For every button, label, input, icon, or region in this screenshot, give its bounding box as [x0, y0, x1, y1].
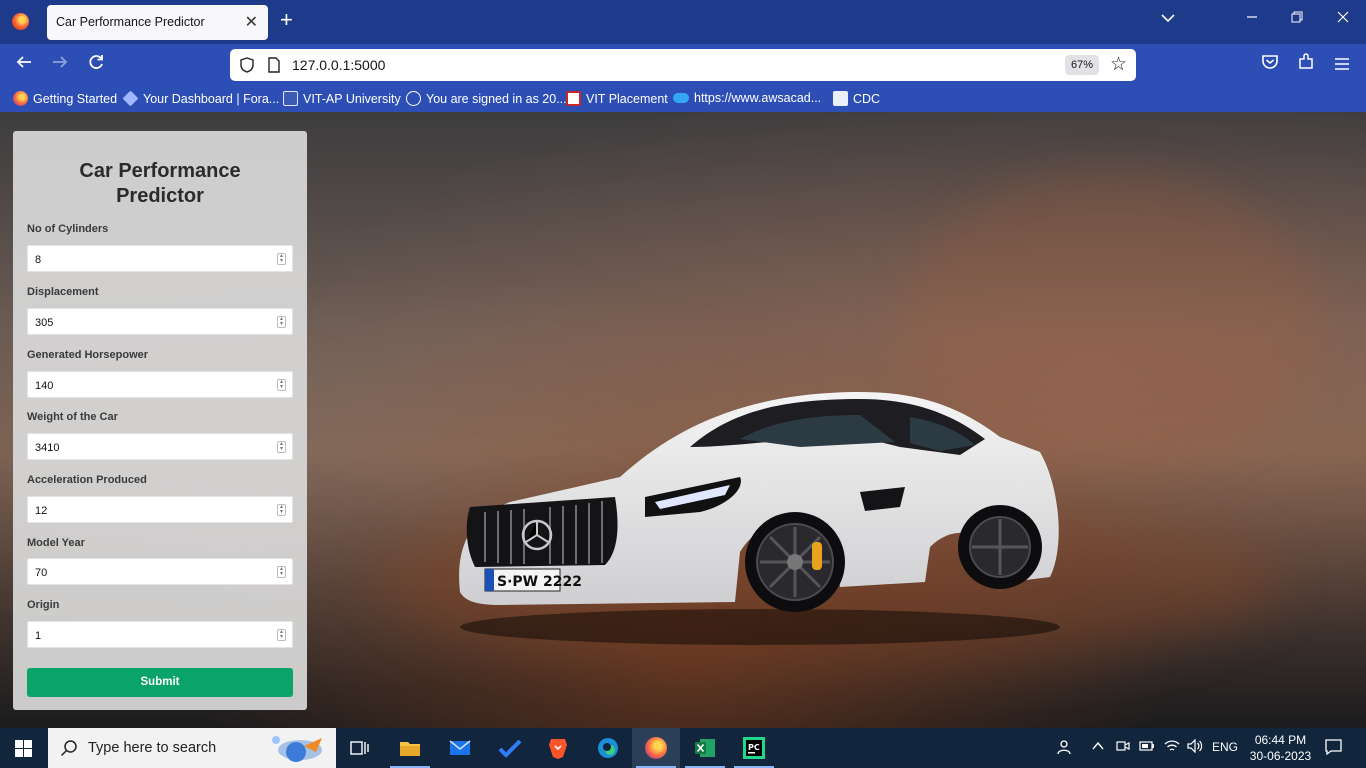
acceleration-value: 12: [35, 505, 48, 517]
bookmark-signed-in[interactable]: You are signed in as 20...: [406, 91, 567, 107]
acceleration-input[interactable]: 12 ▴ ▾: [27, 496, 293, 523]
number-spinner-icon[interactable]: ▴ ▾: [277, 253, 286, 265]
university-icon: [283, 91, 298, 106]
horsepower-input[interactable]: 140 ▴ ▾: [27, 371, 293, 398]
url-text[interactable]: 127.0.0.1:5000: [292, 57, 385, 73]
car-background-image: S·PW 2222: [459, 392, 1060, 645]
cylinders-label: No of Cylinders: [27, 223, 109, 235]
mail-icon[interactable]: [436, 728, 484, 768]
number-spinner-icon[interactable]: ▴ ▾: [277, 379, 286, 391]
windows-taskbar: Type here to search PC ENG 06:44 PM 30-0…: [0, 728, 1366, 768]
restore-icon[interactable]: [1285, 10, 1309, 27]
placement-icon: [566, 91, 581, 106]
forward-arrow-icon[interactable]: [48, 53, 72, 77]
displacement-input[interactable]: 305 ▴ ▾: [27, 308, 293, 335]
origin-value: 1: [35, 630, 42, 642]
firefox-icon[interactable]: [12, 13, 29, 30]
menu-hamburger-icon[interactable]: [1330, 53, 1354, 77]
wifi-icon[interactable]: [1164, 739, 1180, 756]
horsepower-label: Generated Horsepower: [27, 349, 149, 361]
horsepower-value: 140: [35, 380, 54, 392]
browser-tab[interactable]: Car Performance Predictor ✕: [47, 5, 268, 40]
number-spinner-icon[interactable]: ▴ ▾: [277, 566, 286, 578]
chevron-up-icon[interactable]: [1092, 739, 1104, 755]
browser-tab-strip: Car Performance Predictor ✕ +: [0, 0, 1366, 44]
bookmark-awsacademy[interactable]: https://www.awsacad...: [673, 91, 821, 107]
model-year-label: Model Year: [27, 537, 85, 549]
firefox-icon: [13, 91, 28, 106]
displacement-label: Displacement: [27, 286, 99, 298]
clock-date: 30-06-2023: [1249, 749, 1312, 763]
bookmark-dashboard[interactable]: Your Dashboard | Fora...: [122, 90, 279, 107]
meet-now-icon[interactable]: [1116, 739, 1130, 756]
page-viewport: S·PW 2222 Car Performance Predictor No o…: [0, 112, 1366, 728]
search-icon: [60, 740, 77, 757]
taskbar-search-box[interactable]: Type here to search: [48, 728, 336, 768]
number-spinner-icon[interactable]: ▴ ▾: [277, 441, 286, 453]
cdc-icon: [833, 91, 848, 106]
bookmark-star-icon[interactable]: ☆: [1110, 53, 1127, 76]
bookmarks-toolbar: Getting Started Your Dashboard | Fora...…: [0, 86, 1366, 112]
task-view-icon[interactable]: [336, 728, 384, 768]
predictor-form-panel: Car Performance Predictor No of Cylinder…: [13, 131, 307, 710]
new-tab-icon[interactable]: +: [280, 9, 293, 31]
windows-start-icon[interactable]: [15, 740, 32, 757]
address-bar[interactable]: 127.0.0.1:5000 67% ☆: [230, 49, 1136, 81]
search-highlight-icon: [272, 736, 322, 762]
diamond-icon: [122, 90, 139, 107]
globe-icon: [406, 91, 421, 106]
cloud-icon: [673, 93, 689, 103]
number-spinner-icon[interactable]: ▴ ▾: [277, 629, 286, 641]
firefox-taskbar-icon[interactable]: [632, 728, 680, 768]
close-tab-icon[interactable]: ✕: [245, 12, 258, 32]
extensions-icon[interactable]: [1294, 53, 1318, 77]
weight-label: Weight of the Car: [27, 411, 118, 423]
notifications-icon[interactable]: [1325, 739, 1342, 758]
edge-browser-icon[interactable]: [584, 728, 632, 768]
origin-input[interactable]: 1 ▴ ▾: [27, 621, 293, 648]
browser-nav-bar: 127.0.0.1:5000 67% ☆: [0, 44, 1366, 86]
submit-button[interactable]: Submit: [27, 668, 293, 697]
back-arrow-icon[interactable]: [12, 53, 36, 77]
excel-icon[interactable]: [681, 728, 729, 768]
number-spinner-icon[interactable]: ▴ ▾: [277, 316, 286, 328]
zoom-level-badge[interactable]: 67%: [1065, 55, 1099, 75]
file-explorer-icon[interactable]: [386, 728, 434, 768]
origin-label: Origin: [27, 599, 60, 611]
input-language[interactable]: ENG: [1212, 740, 1238, 754]
bookmark-cdc[interactable]: CDC: [833, 91, 880, 107]
brave-browser-icon[interactable]: [534, 728, 582, 768]
weight-input[interactable]: 3410 ▴ ▾: [27, 433, 293, 460]
battery-icon[interactable]: [1139, 739, 1155, 755]
license-plate: S·PW 2222: [497, 574, 582, 590]
displacement-value: 305: [35, 317, 54, 329]
cylinders-value: 8: [35, 254, 42, 266]
cylinders-input[interactable]: 8 ▴ ▾: [27, 245, 293, 272]
close-window-icon[interactable]: [1331, 10, 1355, 27]
search-placeholder: Type here to search: [88, 740, 217, 756]
reload-icon[interactable]: [84, 53, 108, 77]
page-info-icon[interactable]: [267, 57, 281, 78]
acceleration-label: Acceleration Produced: [27, 474, 147, 486]
pycharm-icon[interactable]: PC: [730, 728, 778, 768]
bookmark-vit-ap[interactable]: VIT-AP University: [283, 91, 401, 107]
tracking-shield-icon[interactable]: [239, 57, 255, 78]
number-spinner-icon[interactable]: ▴ ▾: [277, 504, 286, 516]
minimize-icon[interactable]: [1240, 10, 1264, 27]
pocket-icon[interactable]: [1258, 53, 1282, 77]
people-icon[interactable]: [1055, 739, 1071, 758]
bookmark-vit-placement[interactable]: VIT Placement: [566, 91, 668, 107]
volume-icon[interactable]: [1187, 738, 1203, 756]
form-title: Car Performance Predictor: [79, 160, 241, 207]
tab-title: Car Performance Predictor: [56, 15, 205, 29]
system-clock[interactable]: 06:44 PM 30-06-2023: [1243, 732, 1318, 764]
model-year-value: 70: [35, 567, 48, 579]
svg-text:PC: PC: [748, 743, 760, 752]
list-tabs-icon[interactable]: [1156, 10, 1180, 27]
weight-value: 3410: [35, 442, 60, 454]
todo-icon[interactable]: [486, 728, 534, 768]
model-year-input[interactable]: 70 ▴ ▾: [27, 558, 293, 585]
clock-time: 06:44 PM: [1254, 733, 1307, 747]
bookmark-getting-started[interactable]: Getting Started: [13, 91, 117, 107]
